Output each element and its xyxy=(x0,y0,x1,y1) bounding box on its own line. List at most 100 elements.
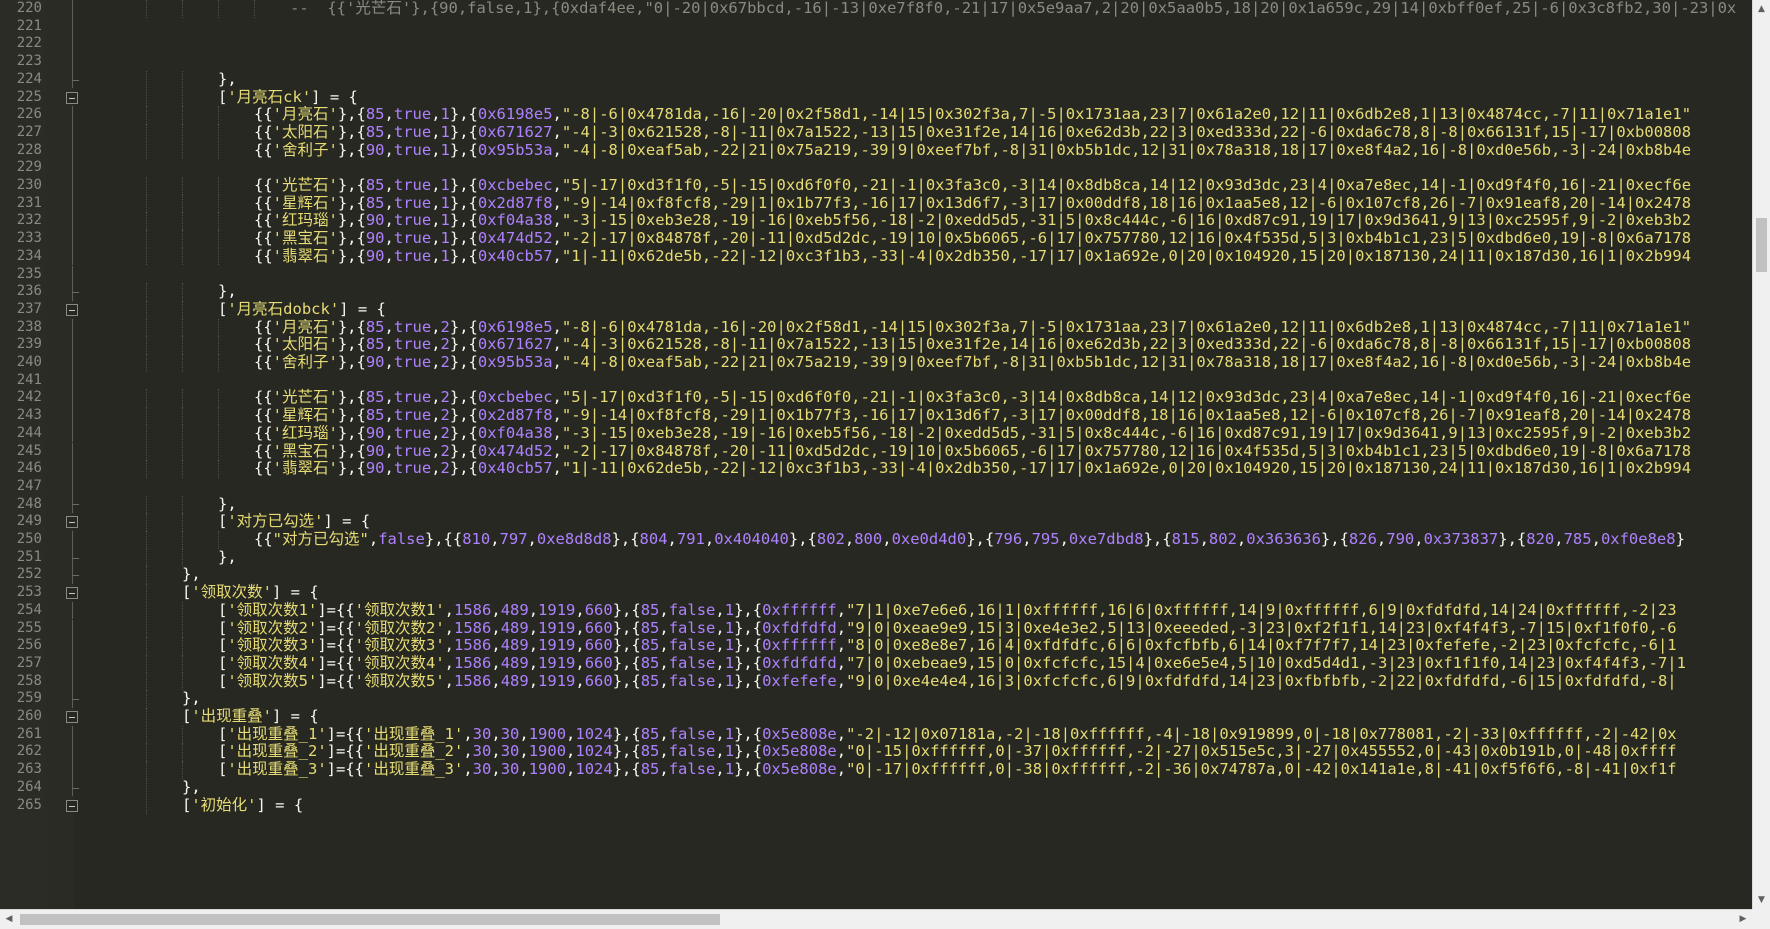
code-line[interactable]: 247 xyxy=(0,477,1752,496)
code-text[interactable]: ['月亮石dobck'] = { xyxy=(218,300,386,319)
fold-collapse-icon[interactable] xyxy=(66,587,78,600)
code-line[interactable]: 263 ['出现重叠_3']={{'出现重叠_3',30,30,1900,1024… xyxy=(0,760,1752,779)
code-line[interactable]: 238 {{'月亮石'},{85,true,2},{0x6198e5,"-8|-6… xyxy=(0,318,1752,337)
code-line[interactable]: 228 {{'舍利子'},{90,true,1},{0x95b53a,"-4|-8… xyxy=(0,141,1752,160)
code-text[interactable]: ['出现重叠'] = { xyxy=(182,707,319,726)
code-line[interactable]: 223 xyxy=(0,53,1752,71)
code-text[interactable]: ['领取次数'] = { xyxy=(182,583,319,602)
code-text[interactable]: {{'红玛瑙'},{90,true,2},{0xf04a38,"-3|-15|0… xyxy=(254,424,1691,443)
code-line[interactable]: 244 {{'红玛瑙'},{90,true,2},{0xf04a38,"-3|-1… xyxy=(0,424,1752,443)
code-line[interactable]: 230 {{'光芒石'},{85,true,1},{0xcbebec,"5|-17… xyxy=(0,176,1752,195)
code-text[interactable]: {{'星辉石'},{85,true,2},{0x2d87f8,"-9|-14|0… xyxy=(254,406,1691,425)
code-line[interactable]: 265 ['初始化'] = { xyxy=(0,796,1752,815)
code-text[interactable]: {{'翡翠石'},{90,true,2},{0x40cb57,"1|-11|0x… xyxy=(254,459,1691,478)
scroll-left-arrow-icon[interactable]: ◀ xyxy=(0,910,18,929)
code-line[interactable]: 239 {{'太阳石'},{85,true,2},{0x671627,"-4|-3… xyxy=(0,335,1752,354)
code-line[interactable]: 260 ['出现重叠'] = { xyxy=(0,707,1752,726)
code-text[interactable]: ['月亮石ck'] = { xyxy=(218,88,358,107)
code-line[interactable]: 257 ['领取次数4']={{'领取次数4',1586,489,1919,660… xyxy=(0,654,1752,673)
code-line[interactable]: 241 xyxy=(0,371,1752,390)
code-line[interactable]: 255 ['领取次数2']={{'领取次数2',1586,489,1919,660… xyxy=(0,619,1752,638)
code-line[interactable]: 264}, xyxy=(0,778,1752,797)
code-line[interactable]: 253 ['领取次数'] = { xyxy=(0,583,1752,602)
code-line[interactable]: 227 {{'太阳石'},{85,true,1},{0x671627,"-4|-3… xyxy=(0,123,1752,142)
code-line[interactable]: 251}, xyxy=(0,548,1752,567)
code-text[interactable]: {{'黑宝石'},{90,true,1},{0x474d52,"-2|-17|0… xyxy=(254,229,1691,248)
code-text[interactable]: ['领取次数5']={{'领取次数5',1586,489,1919,660},{… xyxy=(218,672,1677,691)
code-line[interactable]: 258 ['领取次数5']={{'领取次数5',1586,489,1919,660… xyxy=(0,672,1752,691)
code-text[interactable]: }, xyxy=(182,778,201,797)
code-text[interactable]: ['对方已勾选'] = { xyxy=(218,512,370,531)
code-line[interactable]: 220 -- {{'光芒石'},{90,false,1},{0xdaf4ee,"0… xyxy=(0,0,1752,18)
code-text[interactable]: ['出现重叠_2']={{'出现重叠_2',30,30,1900,1024},{… xyxy=(218,743,1677,761)
code-line[interactable]: 221 xyxy=(0,17,1752,36)
code-area[interactable]: 220 -- {{'光芒石'},{90,false,1},{0xdaf4ee,"0… xyxy=(0,0,1752,909)
fold-collapse-icon[interactable] xyxy=(66,711,78,723)
code-line[interactable]: 237 ['月亮石dobck'] = { xyxy=(0,300,1752,319)
code-text[interactable]: {{'月亮石'},{85,true,1},{0x6198e5,"-8|-6|0x… xyxy=(254,105,1691,124)
code-text[interactable]: {{'月亮石'},{85,true,2},{0x6198e5,"-8|-6|0x… xyxy=(254,318,1691,337)
fold-collapse-icon[interactable] xyxy=(66,516,78,529)
code-text[interactable]: {{'太阳石'},{85,true,2},{0x671627,"-4|-3|0x… xyxy=(254,335,1691,354)
code-line[interactable]: 262 ['出现重叠_2']={{'出现重叠_2',30,30,1900,1024… xyxy=(0,743,1752,762)
code-text[interactable]: {{'舍利子'},{90,true,1},{0x95b53a,"-4|-8|0x… xyxy=(254,141,1691,160)
code-text[interactable]: {{'太阳石'},{85,true,1},{0x671627,"-4|-3|0x… xyxy=(254,123,1691,142)
code-line[interactable]: 254 ['领取次数1']={{'领取次数1',1586,489,1919,660… xyxy=(0,601,1752,620)
code-line[interactable]: 225 ['月亮石ck'] = { xyxy=(0,88,1752,107)
code-text[interactable]: {{"对方已勾选",false},{{810,797,0xe8d8d8},{80… xyxy=(254,530,1685,549)
code-line[interactable]: 243 {{'星辉石'},{85,true,2},{0x2d87f8,"-9|-1… xyxy=(0,406,1752,425)
code-line[interactable]: 245 {{'黑宝石'},{90,true,2},{0x474d52,"-2|-1… xyxy=(0,442,1752,461)
code-text[interactable]: ['初始化'] = { xyxy=(182,796,303,815)
code-line[interactable]: 235 xyxy=(0,265,1752,284)
scroll-right-arrow-icon[interactable]: ▶ xyxy=(1734,910,1752,929)
code-line[interactable]: 226 {{'月亮石'},{85,true,1},{0x6198e5,"-8|-6… xyxy=(0,105,1752,124)
code-text[interactable]: }, xyxy=(182,689,201,708)
code-line[interactable]: 259}, xyxy=(0,689,1752,708)
code-text[interactable]: }, xyxy=(218,282,237,301)
fold-collapse-icon[interactable] xyxy=(66,799,78,812)
code-line[interactable]: 240 {{'舍利子'},{90,true,2},{0x95b53a,"-4|-8… xyxy=(0,353,1752,372)
code-text[interactable]: {{'舍利子'},{90,true,2},{0x95b53a,"-4|-8|0x… xyxy=(254,353,1691,372)
scroll-up-arrow-icon[interactable]: ▲ xyxy=(1753,0,1770,18)
code-line[interactable]: 248}, xyxy=(0,495,1752,514)
vertical-scrollbar[interactable]: ▲ ▼ xyxy=(1752,0,1770,909)
code-text[interactable]: ['领取次数3']={{'领取次数3',1586,489,1919,660},{… xyxy=(218,636,1677,655)
code-line[interactable]: 233 {{'黑宝石'},{90,true,1},{0x474d52,"-2|-1… xyxy=(0,229,1752,248)
code-text[interactable]: {{'星辉石'},{85,true,1},{0x2d87f8,"-9|-14|0… xyxy=(254,194,1691,213)
code-text[interactable]: }, xyxy=(182,566,201,584)
code-text[interactable]: }, xyxy=(218,495,237,514)
code-line[interactable]: 256 ['领取次数3']={{'领取次数3',1586,489,1919,660… xyxy=(0,636,1752,655)
code-line[interactable]: 249 ['对方已勾选'] = { xyxy=(0,512,1752,531)
code-text[interactable]: {{'黑宝石'},{90,true,2},{0x474d52,"-2|-17|0… xyxy=(254,442,1691,461)
scroll-down-arrow-icon[interactable]: ▼ xyxy=(1753,891,1770,909)
code-line[interactable]: 246 {{'翡翠石'},{90,true,2},{0x40cb57,"1|-11… xyxy=(0,459,1752,478)
code-text[interactable]: ['出现重叠_1']={{'出现重叠_1',30,30,1900,1024},{… xyxy=(218,725,1677,744)
code-line[interactable]: 232 {{'红玛瑙'},{90,true,1},{0xf04a38,"-3|-1… xyxy=(0,212,1752,231)
horizontal-scrollbar[interactable]: ◀ ▶ xyxy=(0,909,1752,929)
code-line[interactable]: 234 {{'翡翠石'},{90,true,1},{0x40cb57,"1|-11… xyxy=(0,247,1752,266)
code-text[interactable]: ['领取次数2']={{'领取次数2',1586,489,1919,660},{… xyxy=(218,619,1677,638)
code-text[interactable]: }, xyxy=(218,548,237,567)
horizontal-scroll-thumb[interactable] xyxy=(20,914,720,925)
code-text[interactable]: ['领取次数4']={{'领取次数4',1586,489,1919,660},{… xyxy=(218,654,1686,673)
code-line[interactable]: 261 ['出现重叠_1']={{'出现重叠_1',30,30,1900,1024… xyxy=(0,725,1752,744)
code-line[interactable]: 250 {{"对方已勾选",false},{{810,797,0xe8d8d8},… xyxy=(0,530,1752,549)
code-line[interactable]: 236}, xyxy=(0,282,1752,301)
code-line[interactable]: 224}, xyxy=(0,70,1752,89)
code-line[interactable]: 252}, xyxy=(0,566,1752,585)
code-text[interactable]: {{'翡翠石'},{90,true,1},{0x40cb57,"1|-11|0x… xyxy=(254,247,1691,266)
fold-collapse-icon[interactable] xyxy=(66,91,78,104)
code-text[interactable]: {{'光芒石'},{85,true,2},{0xcbebec,"5|-17|0x… xyxy=(254,389,1691,407)
code-text[interactable]: ['领取次数1']={{'领取次数1',1586,489,1919,660},{… xyxy=(218,601,1677,620)
vertical-scroll-thumb[interactable] xyxy=(1756,218,1767,272)
code-line[interactable]: 229 xyxy=(0,159,1752,177)
code-line[interactable]: 242 {{'光芒石'},{85,true,2},{0xcbebec,"5|-17… xyxy=(0,389,1752,408)
code-text[interactable]: {{'光芒石'},{85,true,1},{0xcbebec,"5|-17|0x… xyxy=(254,176,1691,195)
code-editor[interactable]: 220 -- {{'光芒石'},{90,false,1},{0xdaf4ee,"0… xyxy=(0,0,1752,909)
code-text[interactable]: -- {{'光芒石'},{90,false,1},{0xdaf4ee,"0|-2… xyxy=(290,0,1736,18)
code-text[interactable]: ['出现重叠_3']={{'出现重叠_3',30,30,1900,1024},{… xyxy=(218,760,1677,779)
fold-collapse-icon[interactable] xyxy=(66,303,78,316)
code-line[interactable]: 231 {{'星辉石'},{85,true,1},{0x2d87f8,"-9|-1… xyxy=(0,194,1752,213)
code-text[interactable]: }, xyxy=(218,70,237,89)
code-line[interactable]: 222 xyxy=(0,35,1752,54)
